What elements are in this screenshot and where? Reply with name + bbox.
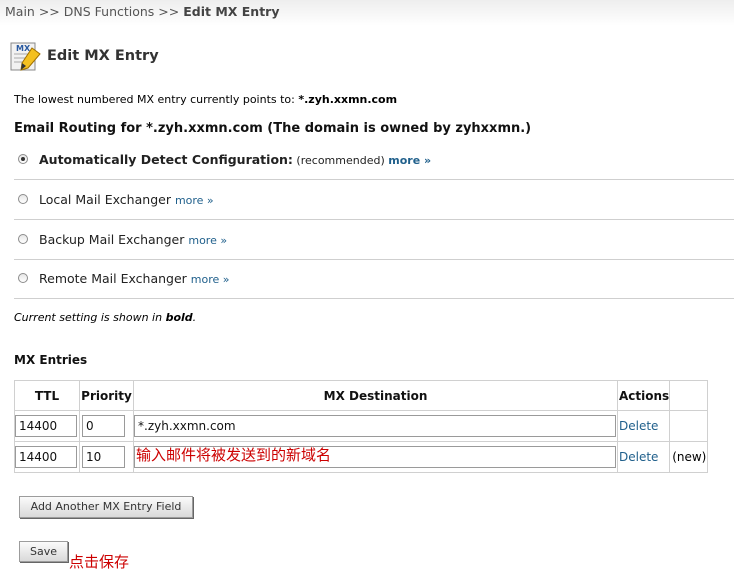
option-label: Backup Mail Exchanger bbox=[39, 232, 185, 247]
column-header-actions: Actions bbox=[616, 380, 671, 411]
routing-option-remote[interactable]: Remote Mail Exchanger more » bbox=[14, 259, 734, 299]
delete-link[interactable]: Delete bbox=[618, 419, 658, 433]
more-link[interactable]: more » bbox=[188, 234, 227, 247]
mx-edit-icon: MX bbox=[10, 42, 41, 71]
breadcrumb-main-link[interactable]: Main bbox=[5, 4, 35, 19]
radio-button[interactable] bbox=[18, 154, 28, 164]
radio-button[interactable] bbox=[18, 234, 28, 244]
radio-button[interactable] bbox=[18, 273, 28, 283]
option-label: Automatically Detect Configuration: bbox=[39, 152, 293, 167]
delete-link[interactable]: Delete bbox=[618, 450, 658, 464]
lowest-mx-label: The lowest numbered MX entry currently p… bbox=[14, 93, 299, 106]
destination-hint-annotation: 输入邮件将被发送到的新域名 bbox=[136, 446, 332, 464]
radio-button[interactable] bbox=[18, 194, 28, 204]
ttl-input[interactable] bbox=[15, 415, 77, 437]
more-link[interactable]: more » bbox=[175, 194, 214, 207]
column-header-ttl: TTL bbox=[14, 380, 80, 411]
column-header-destination: MX Destination bbox=[133, 380, 618, 411]
column-header-empty bbox=[669, 380, 709, 411]
priority-input[interactable] bbox=[82, 415, 125, 437]
ttl-input[interactable] bbox=[15, 446, 77, 468]
breadcrumb-separator: >> bbox=[34, 4, 64, 19]
column-header-priority: Priority bbox=[79, 380, 134, 411]
breadcrumb-separator: >> bbox=[154, 4, 184, 19]
save-button[interactable]: Save bbox=[19, 541, 68, 562]
table-header-row: TTL Priority MX Destination Actions bbox=[14, 380, 709, 411]
mx-destination-input[interactable] bbox=[134, 415, 616, 437]
lowest-mx-value: *.zyh.xxmn.com bbox=[298, 93, 398, 106]
note-text: Current setting is shown in bbox=[14, 311, 166, 324]
routing-option-backup[interactable]: Backup Mail Exchanger more » bbox=[14, 220, 734, 260]
mx-icon-label: MX bbox=[16, 44, 31, 53]
current-setting-note: Current setting is shown in bold. bbox=[14, 311, 196, 324]
lowest-mx-entry: The lowest numbered MX entry currently p… bbox=[14, 93, 397, 106]
more-link[interactable]: more » bbox=[388, 154, 431, 167]
mx-entries-table: TTL Priority MX Destination Actions Dele… bbox=[14, 380, 709, 473]
breadcrumb-dns-link[interactable]: DNS Functions bbox=[64, 4, 155, 19]
new-entry-tag: (new) bbox=[672, 450, 707, 464]
option-label: Remote Mail Exchanger bbox=[39, 271, 187, 286]
table-row: Delete (new) bbox=[14, 441, 709, 473]
table-row: Delete bbox=[14, 410, 709, 442]
mx-entries-heading: MX Entries bbox=[14, 353, 88, 367]
routing-option-local[interactable]: Local Mail Exchanger more » bbox=[14, 180, 734, 220]
note-suffix: . bbox=[192, 311, 197, 324]
new-entry-tag bbox=[670, 419, 672, 433]
option-label: Local Mail Exchanger bbox=[39, 192, 171, 207]
option-recommended-note: (recommended) bbox=[292, 154, 389, 167]
save-hint-annotation: 点击保存 bbox=[69, 553, 130, 571]
add-mx-field-button[interactable]: Add Another MX Entry Field bbox=[19, 496, 193, 518]
more-link[interactable]: more » bbox=[191, 273, 230, 286]
page-title: Edit MX Entry bbox=[47, 48, 159, 64]
breadcrumb-current: Edit MX Entry bbox=[183, 4, 280, 19]
note-bold-text: bold bbox=[165, 311, 193, 324]
email-routing-heading: Email Routing for *.zyh.xxmn.com (The do… bbox=[14, 121, 532, 136]
priority-input[interactable] bbox=[82, 446, 125, 468]
routing-option-auto[interactable]: Automatically Detect Configuration: (rec… bbox=[14, 140, 734, 180]
breadcrumb: Main >> DNS Functions >> Edit MX Entry bbox=[0, 0, 734, 26]
